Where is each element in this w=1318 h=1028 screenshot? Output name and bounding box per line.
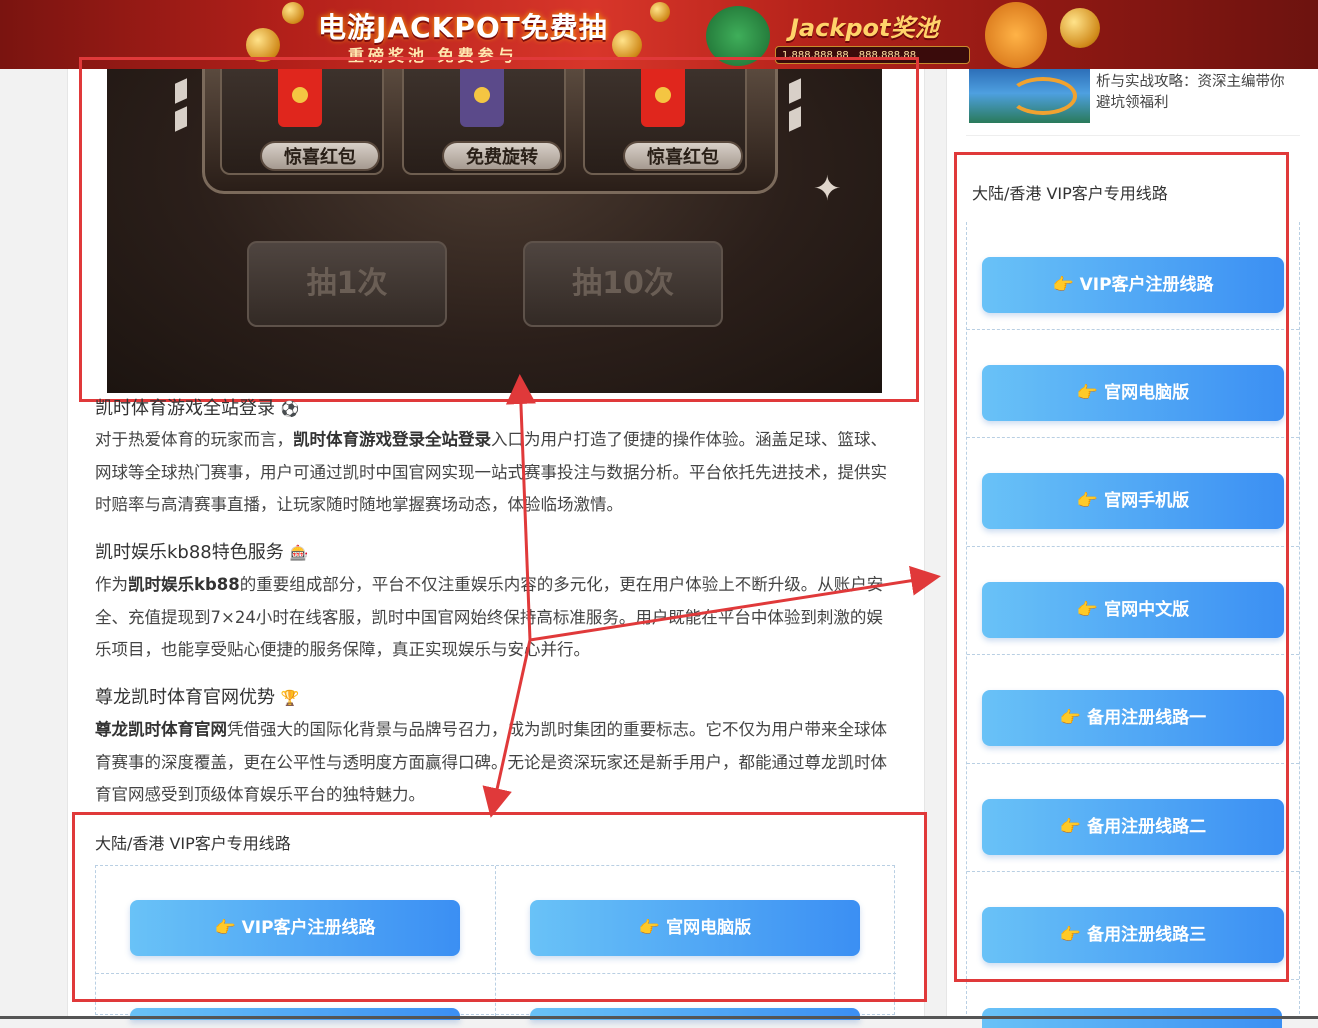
news-thumbnail[interactable] (969, 69, 1090, 123)
keyword-link[interactable]: 凯时体育游戏登录全站登录 (293, 430, 491, 449)
section-paragraph: 对于热爱体育的玩家而言，凯时体育游戏登录全站登录入口为用户打造了便捷的操作体验。… (95, 424, 895, 522)
annotation-box-banner-image (79, 57, 919, 402)
section-paragraph: 尊龙凯时体育官网凭借强大的国际化背景与品牌号召力，成为凯时集团的重要标志。它不仅… (95, 714, 895, 812)
trophy-icon: 🏆 (280, 689, 300, 707)
section-heading: 凯时体育游戏全站登录 ⚽ (95, 394, 299, 420)
section-heading-text: 尊龙凯时体育官网优势 (95, 687, 275, 708)
coin-decoration (282, 2, 304, 24)
coin-decoration (612, 30, 642, 60)
keyword-link[interactable]: 尊龙凯时体育官网 (95, 720, 227, 739)
sidebar-divider (966, 135, 1300, 136)
section-heading: 凯时娱乐kb88特色服务 🎰 (95, 538, 308, 564)
coin-decoration (1060, 8, 1100, 48)
paragraph-lead: 作为 (95, 575, 128, 594)
keyword-link[interactable]: 凯时娱乐kb88 (128, 575, 240, 594)
slot-machine-icon: 🎰 (289, 544, 309, 562)
section-heading: 尊龙凯时体育官网优势 🏆 (95, 683, 299, 709)
tiger-mascot-icon (985, 2, 1047, 68)
jackpot-label: Jackpot奖池 (790, 14, 939, 42)
dragon-icon (1009, 77, 1077, 115)
section-heading-text: 凯时体育游戏全站登录 (95, 398, 275, 419)
section-paragraph: 作为凯时娱乐kb88的重要组成部分，平台不仅注重娱乐内容的多元化，更在用户体验上… (95, 569, 895, 667)
annotation-box-main-links (72, 812, 927, 1002)
soccer-ball-icon: ⚽ (280, 400, 300, 418)
banner-title: 电游JACKPOT免费抽 (318, 11, 608, 44)
news-link[interactable]: 析与实战攻略：资深主编带你避坑领福利 (1096, 72, 1296, 114)
section-heading-text: 凯时娱乐kb88特色服务 (95, 542, 284, 563)
coin-decoration (650, 2, 670, 22)
paragraph-lead: 对于热爱体育的玩家而言， (95, 430, 293, 449)
annotation-box-sidebar-links (954, 152, 1289, 982)
